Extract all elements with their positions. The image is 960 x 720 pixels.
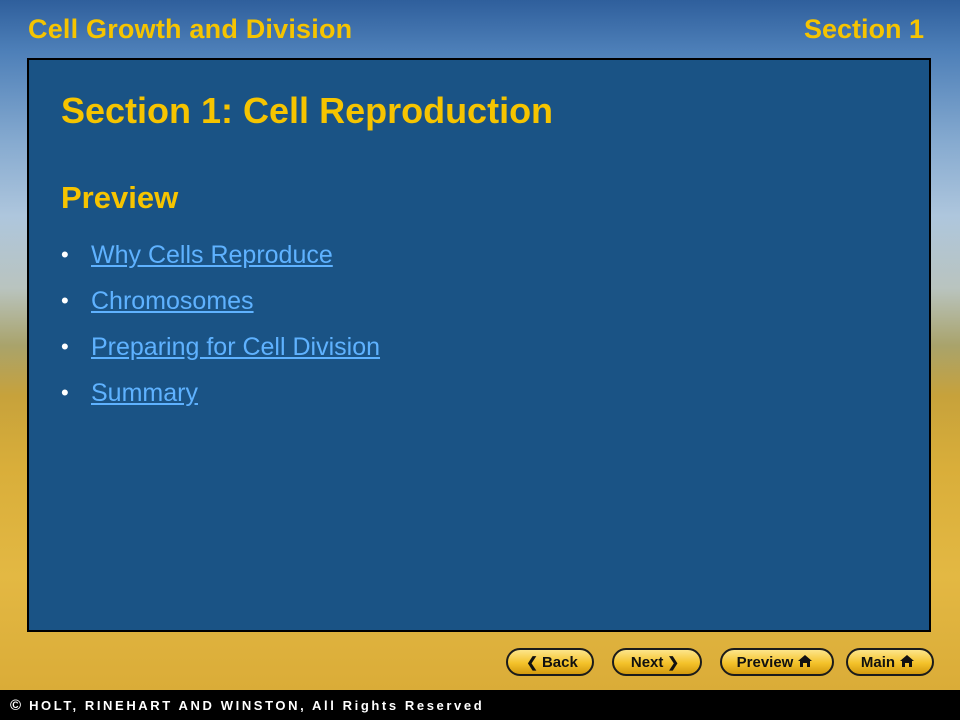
copyright-footer: © HOLT, RINEHART AND WINSTON, All Rights… bbox=[0, 690, 960, 720]
list-item: • Summary bbox=[61, 370, 380, 416]
next-button[interactable]: Next ❯ bbox=[612, 648, 702, 676]
preview-button-label: Preview bbox=[736, 653, 794, 671]
list-item: • Preparing for Cell Division bbox=[61, 324, 380, 370]
main-button-label: Main bbox=[860, 653, 896, 671]
slide-title: Section 1: Cell Reproduction bbox=[61, 90, 554, 131]
preview-button[interactable]: Preview bbox=[720, 648, 834, 676]
home-icon bbox=[797, 654, 813, 671]
bullet-icon: • bbox=[61, 334, 69, 359]
link-preparing-for-cell-division[interactable]: Preparing for Cell Division bbox=[91, 333, 380, 362]
main-button[interactable]: Main bbox=[846, 648, 934, 676]
back-button[interactable]: ❮ Back bbox=[506, 648, 594, 676]
copyright-icon: © bbox=[10, 696, 22, 714]
back-button-label: Back bbox=[541, 653, 578, 671]
link-why-cells-reproduce[interactable]: Why Cells Reproduce bbox=[91, 241, 333, 270]
bullet-icon: • bbox=[61, 242, 69, 267]
section-label: Section 1 bbox=[803, 14, 924, 44]
next-button-label: Next bbox=[630, 653, 664, 671]
bullet-icon: • bbox=[61, 288, 69, 313]
list-item: • Why Cells Reproduce bbox=[61, 232, 380, 278]
content-panel: Section 1: Cell Reproduction Preview • W… bbox=[27, 58, 931, 632]
link-summary[interactable]: Summary bbox=[91, 379, 198, 408]
chevron-right-icon: ❯ bbox=[667, 653, 680, 670]
bullet-icon: • bbox=[61, 380, 69, 405]
copyright-text: HOLT, RINEHART AND WINSTON, All Rights R… bbox=[29, 697, 485, 713]
chapter-title: Cell Growth and Division bbox=[28, 14, 353, 44]
slide-subtitle: Preview bbox=[61, 180, 179, 215]
chevron-left-icon: ❮ bbox=[526, 653, 538, 670]
list-item: • Chromosomes bbox=[61, 278, 380, 324]
link-chromosomes[interactable]: Chromosomes bbox=[91, 287, 254, 316]
preview-link-list: • Why Cells Reproduce • Chromosomes • Pr… bbox=[61, 232, 380, 416]
home-icon bbox=[899, 654, 915, 671]
